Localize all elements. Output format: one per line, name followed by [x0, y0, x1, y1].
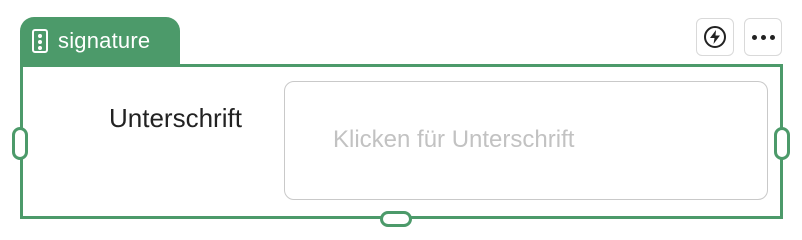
- block-type-label: signature: [58, 28, 151, 53]
- bolt-glyph: [710, 30, 720, 44]
- form-field-icon: [32, 29, 48, 53]
- signature-placeholder: Klicken für Unterschrift: [333, 126, 575, 153]
- resize-handle-right[interactable]: [774, 127, 790, 160]
- bolt-circle-icon: [704, 26, 726, 48]
- automation-button[interactable]: [696, 18, 734, 56]
- signature-field-label: Unterschrift: [109, 103, 242, 133]
- block-type-tab[interactable]: signature: [20, 17, 180, 65]
- resize-handle-bottom[interactable]: [380, 211, 412, 227]
- resize-handle-left[interactable]: [12, 127, 28, 160]
- signature-block[interactable]: Unterschrift Klicken für Unterschrift: [20, 64, 783, 219]
- more-options-button[interactable]: [744, 18, 782, 56]
- signature-input[interactable]: Klicken für Unterschrift: [284, 81, 768, 200]
- more-horizontal-icon: [751, 34, 775, 40]
